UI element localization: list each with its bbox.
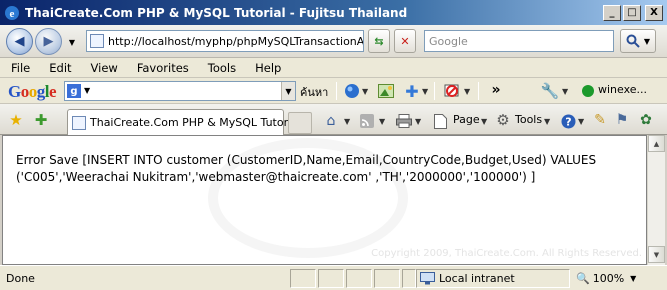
home-icon[interactable]: ⌂	[323, 113, 339, 129]
recent-pages-dropdown[interactable]: ▼	[64, 34, 80, 50]
wrench-settings-icon[interactable]: 🔧	[541, 82, 560, 100]
zoom-dropdown[interactable]: ▼	[630, 274, 636, 283]
zoom-level[interactable]: 🔍 100% ▼	[576, 272, 636, 285]
scroll-up-button[interactable]: ▲	[648, 135, 665, 152]
minimize-button[interactable]: _	[603, 4, 621, 21]
status-panel	[374, 269, 400, 288]
google-search-button[interactable]: ค้นหา	[300, 83, 328, 101]
menu-file[interactable]: File	[0, 61, 38, 75]
scroll-down-button[interactable]: ▼	[648, 246, 665, 263]
google-account-name[interactable]: winexe...	[598, 83, 647, 96]
google-toolbar: Google g ▼ ▼ ค้นหา ▼ ✚ ▼ ▼ » 🔧 ▼ winexe.…	[0, 78, 667, 104]
stop-button[interactable]: ✕	[394, 29, 416, 53]
status-panel	[346, 269, 372, 288]
menu-favorites[interactable]: Favorites	[126, 61, 197, 75]
settings-dropdown[interactable]: ▼	[562, 87, 568, 96]
toolbar-divider	[478, 82, 479, 100]
tools-menu-button[interactable]: Tools	[515, 113, 542, 126]
picture-icon[interactable]	[378, 83, 394, 99]
back-arrow-icon: ◀	[14, 34, 25, 49]
print-icon[interactable]	[396, 113, 412, 129]
maximize-button[interactable]: □	[623, 4, 641, 21]
page-menu-button[interactable]: Page	[453, 113, 480, 126]
refresh-button[interactable]: ⇆	[368, 29, 390, 53]
more-tools-button[interactable]: »	[488, 82, 504, 98]
forward-button[interactable]: ▶	[35, 28, 62, 55]
tab-thaicreate[interactable]: ThaiCreate.Com PHP & MySQL Tutorial	[67, 109, 301, 135]
google-g-icon: g	[67, 84, 81, 98]
search-placeholder: Google	[429, 34, 468, 48]
toolbar-divider	[434, 82, 435, 100]
svg-text:e: e	[10, 8, 15, 20]
globe-icon[interactable]	[344, 83, 360, 99]
refresh-icon: ⇆	[374, 34, 384, 48]
toolbar-divider	[336, 82, 337, 100]
address-url: http://localhost/myphp/phpMySQLTransacti…	[108, 34, 364, 48]
google-logo[interactable]: Google	[8, 82, 57, 102]
add-plus-icon[interactable]: ✚	[404, 82, 420, 101]
error-message: Error Save [INSERT INTO customer (Custom…	[16, 153, 597, 184]
menu-edit[interactable]: Edit	[38, 61, 79, 75]
menu-view[interactable]: View	[80, 61, 126, 75]
zoom-icon: 🔍	[576, 272, 590, 285]
research-icon[interactable]: ✎	[592, 112, 608, 128]
popup-blocker-icon[interactable]	[444, 83, 460, 99]
svg-text:?: ?	[565, 115, 571, 128]
back-button[interactable]: ◀	[6, 28, 33, 55]
tab-bar: ★ ✚ ThaiCreate.Com PHP & MySQL Tutorial …	[0, 104, 667, 135]
google-search-input[interactable]: g ▼ ▼	[64, 81, 296, 101]
print-dropdown[interactable]: ▼	[415, 117, 421, 126]
title-bar: e ThaiCreate.Com PHP & MySQL Tutorial - …	[0, 0, 667, 25]
messenger-icon[interactable]: ⚑	[614, 112, 630, 128]
search-input[interactable]: Google	[424, 30, 614, 52]
globe-dropdown[interactable]: ▼	[362, 87, 368, 96]
menu-tools[interactable]: Tools	[197, 61, 244, 75]
stop-icon: ✕	[400, 34, 410, 48]
status-panel	[318, 269, 344, 288]
window-title: ThaiCreate.Com PHP & MySQL Tutorial - Fu…	[25, 5, 408, 20]
page-dropdown[interactable]: ▼	[481, 117, 487, 126]
status-panel	[290, 269, 316, 288]
search-button[interactable]: ▼	[620, 29, 656, 53]
search-icon	[626, 34, 640, 48]
add-dropdown[interactable]: ▼	[422, 87, 428, 96]
zoom-value: 100%	[592, 272, 625, 285]
forward-arrow-icon: ▶	[43, 34, 54, 49]
status-text: Done	[6, 272, 35, 285]
extension-icon[interactable]: ✿	[638, 112, 654, 128]
intranet-zone-icon	[420, 272, 435, 285]
page-content: Error Save [INSERT INTO customer (Custom…	[2, 135, 647, 265]
add-favorites-icon[interactable]: ✚	[33, 111, 49, 129]
popup-blocker-dropdown[interactable]: ▼	[464, 87, 470, 96]
favorites-star-icon[interactable]: ★	[8, 111, 24, 129]
menu-bar: File Edit View Favorites Tools Help	[0, 58, 667, 78]
tab-label: ThaiCreate.Com PHP & MySQL Tutorial	[90, 116, 301, 129]
status-panel	[402, 269, 416, 288]
rss-feed-icon[interactable]	[359, 113, 375, 129]
feeds-dropdown[interactable]: ▼	[379, 117, 385, 126]
vertical-scrollbar[interactable]: ▲ ▼	[647, 135, 665, 265]
google-options-dropdown[interactable]: ▼	[84, 86, 90, 95]
menu-help[interactable]: Help	[244, 61, 289, 75]
signed-in-status-icon	[580, 83, 596, 99]
close-window-button[interactable]: X	[645, 4, 663, 21]
search-options-dropdown[interactable]: ▼	[644, 37, 650, 46]
address-bar[interactable]: http://localhost/myphp/phpMySQLTransacti…	[86, 30, 364, 52]
security-zone[interactable]: Local intranet	[420, 272, 515, 285]
google-history-dropdown[interactable]: ▼	[281, 82, 295, 100]
page-menu-icon[interactable]	[432, 113, 448, 129]
zone-label: Local intranet	[439, 272, 515, 285]
navigation-bar: ◀ ▶ ▼ http://localhost/myphp/phpMySQLTra…	[0, 25, 667, 58]
page-icon	[90, 34, 104, 48]
tools-dropdown[interactable]: ▼	[544, 117, 550, 126]
help-icon[interactable]: ?	[560, 113, 576, 129]
status-bar: Done Local intranet 🔍 100% ▼	[0, 265, 667, 290]
copyright-watermark: Copyright 2009, ThaiCreate.Com. All Righ…	[371, 248, 642, 259]
tools-gear-icon[interactable]: ⚙	[495, 111, 511, 129]
tab-page-icon	[72, 115, 86, 130]
help-dropdown[interactable]: ▼	[578, 117, 584, 126]
ie-icon: e	[5, 5, 19, 20]
home-dropdown[interactable]: ▼	[344, 117, 350, 126]
new-tab-button[interactable]	[288, 112, 312, 134]
